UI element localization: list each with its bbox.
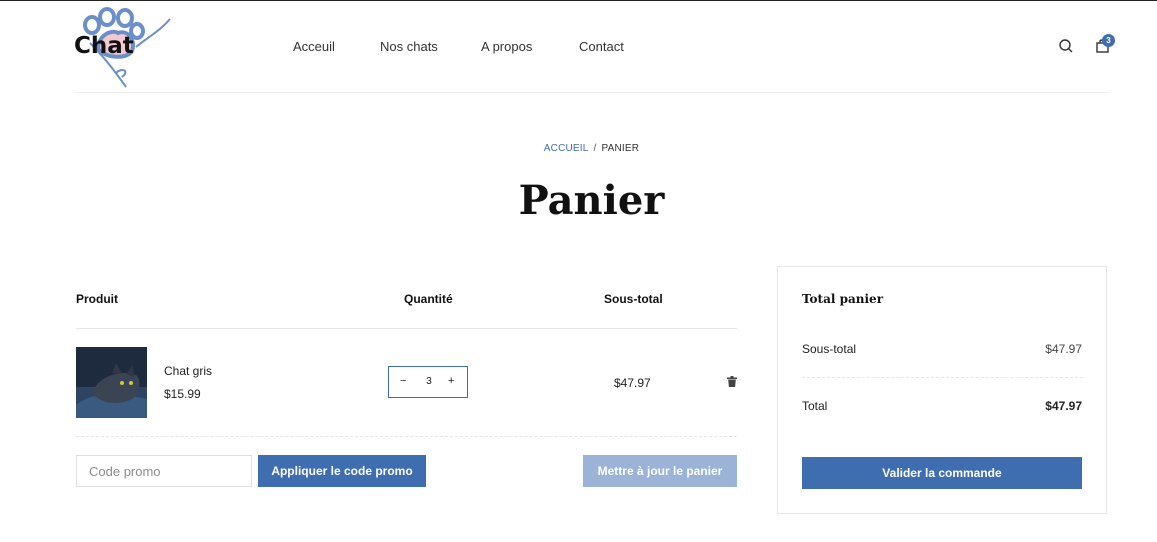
cart-count-badge: 3 [1102, 34, 1115, 47]
breadcrumb-home-link[interactable]: ACCUEIL [544, 143, 589, 154]
plus-icon[interactable]: + [448, 375, 454, 387]
product-price: $15.99 [164, 387, 201, 401]
row-divider [76, 436, 737, 437]
minus-icon[interactable]: − [400, 375, 406, 387]
update-cart-button[interactable]: Mettre à jour le panier [583, 455, 737, 487]
product-thumbnail[interactable] [76, 347, 147, 418]
column-header-product: Produit [76, 292, 118, 306]
nav-item-nos-chats[interactable]: Nos chats [380, 39, 438, 54]
promo-code-input[interactable] [76, 455, 252, 487]
search-icon[interactable] [1058, 38, 1074, 54]
breadcrumb-current: PANIER [601, 143, 640, 154]
cart-totals-panel: Total panier Sous-total $47.97 Total $47… [777, 266, 1107, 514]
quantity-value[interactable]: 3 [425, 376, 433, 387]
column-header-subtotal: Sous-total [604, 292, 663, 306]
nav-item-a-propos[interactable]: A propos [481, 39, 532, 54]
breadcrumb-separator: / [593, 143, 597, 154]
row-subtotal: $47.97 [614, 376, 651, 390]
table-header-divider [76, 328, 737, 329]
product-name-link[interactable]: Chat gris [164, 364, 212, 378]
nav-item-acceuil[interactable]: Acceuil [293, 39, 335, 54]
totals-total-value: $47.97 [1045, 399, 1082, 413]
checkout-button[interactable]: Valider la commande [802, 457, 1082, 489]
breadcrumb: ACCUEIL / PANIER [0, 143, 1157, 154]
totals-title: Total panier [802, 292, 884, 306]
quantity-stepper[interactable]: − 3 + [388, 366, 468, 398]
header-divider [76, 92, 1108, 93]
totals-divider [802, 377, 1083, 378]
apply-promo-button[interactable]: Appliquer le code promo [258, 455, 426, 487]
totals-subtotal-label: Sous-total [802, 342, 857, 356]
totals-total-label: Total [802, 399, 828, 413]
page-title: Panier [518, 177, 665, 224]
brand-name: Chat [74, 33, 134, 59]
cat-photo [76, 347, 147, 418]
trash-icon[interactable] [727, 376, 737, 387]
column-header-quantity: Quantité [404, 292, 453, 306]
totals-subtotal-value: $47.97 [1045, 342, 1082, 356]
nav-item-contact[interactable]: Contact [579, 39, 624, 54]
